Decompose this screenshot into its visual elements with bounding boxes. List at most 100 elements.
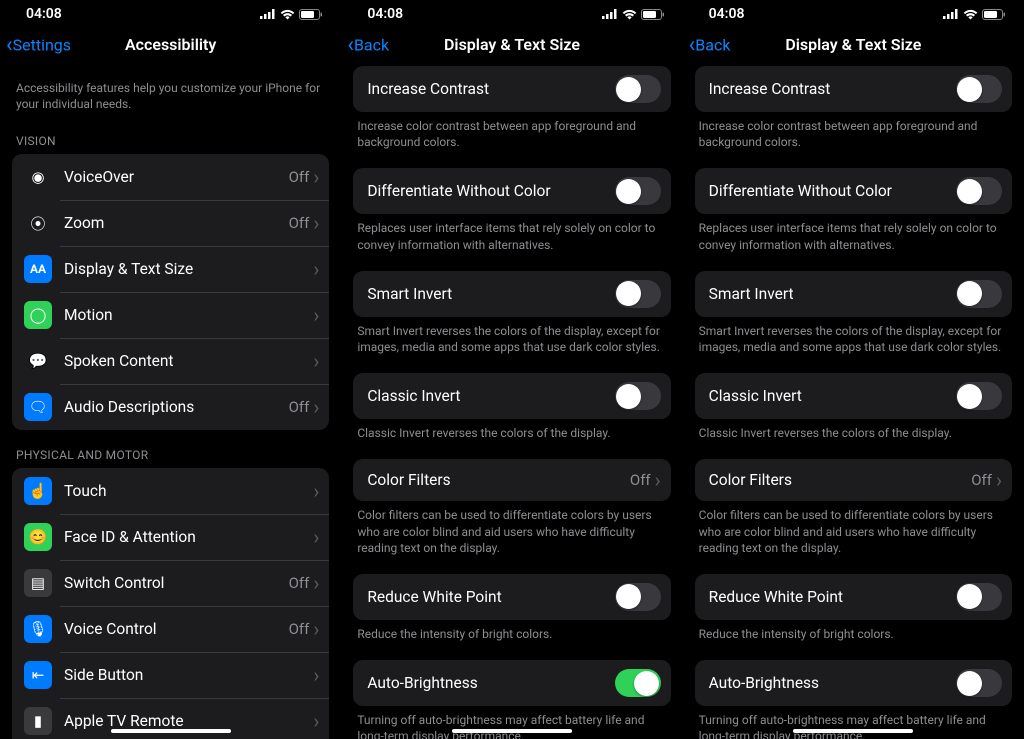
row-description: Reduce the intensity of bright colors. bbox=[341, 620, 682, 646]
toggle[interactable] bbox=[615, 280, 661, 308]
nav-row-phys-0[interactable]: ☝Touch› bbox=[12, 468, 329, 514]
home-indicator[interactable] bbox=[452, 729, 572, 733]
wifi-icon bbox=[280, 9, 295, 20]
content-scroll[interactable]: Increase ContrastIncrease color contrast… bbox=[341, 66, 682, 739]
nav-row-vision-3[interactable]: ◯Motion› bbox=[12, 292, 329, 338]
nav-row-phys-1[interactable]: 😊Face ID & Attention› bbox=[12, 514, 329, 560]
side-button-icon: ⇤ bbox=[24, 661, 52, 689]
back-label: Back bbox=[695, 36, 730, 55]
nav-bar: ‹ Back Display & Text Size bbox=[341, 24, 682, 66]
row-description: Color filters can be used to differentia… bbox=[341, 501, 682, 560]
nav-row-phys-3[interactable]: 🎙Voice ControlOff› bbox=[12, 606, 329, 652]
toggle[interactable] bbox=[615, 75, 661, 103]
row-description: Replaces user interface items that rely … bbox=[341, 214, 682, 256]
zoom-icon: ⦿ bbox=[24, 209, 52, 237]
home-indicator[interactable] bbox=[111, 729, 231, 733]
toggle[interactable] bbox=[615, 669, 661, 697]
row-label: Audio Descriptions bbox=[64, 398, 289, 416]
toggle-knob bbox=[616, 584, 641, 609]
touch-icon: ☝ bbox=[24, 477, 52, 505]
row-description: Increase color contrast between app fore… bbox=[341, 112, 682, 154]
row-label: Color Filters bbox=[709, 471, 972, 489]
toggle-row[interactable]: Differentiate Without Color bbox=[695, 168, 1012, 214]
row-label: Motion bbox=[64, 306, 313, 324]
toggle-knob bbox=[957, 77, 982, 102]
toggle[interactable] bbox=[615, 177, 661, 205]
vision-list: ◉VoiceOverOff›⦿ZoomOff›AADisplay & Text … bbox=[12, 154, 329, 430]
status-time: 04:08 bbox=[367, 6, 403, 22]
toggle-row[interactable]: Auto-Brightness bbox=[695, 660, 1012, 706]
physical-list: ☝Touch›😊Face ID & Attention›▤Switch Cont… bbox=[12, 468, 329, 739]
back-label: Back bbox=[354, 36, 389, 55]
toggle-knob bbox=[957, 671, 982, 696]
toggle[interactable] bbox=[615, 583, 661, 611]
toggle[interactable] bbox=[956, 177, 1002, 205]
voiceover-icon: ◉ bbox=[24, 163, 52, 191]
toggle-row[interactable]: Auto-Brightness bbox=[353, 660, 670, 706]
toggle[interactable] bbox=[956, 382, 1002, 410]
speech-bubble-icon: 💬 bbox=[24, 347, 52, 375]
chevron-left-icon: ‹ bbox=[689, 36, 696, 54]
content-scroll[interactable]: Accessibility features help you customiz… bbox=[0, 66, 341, 739]
toggle[interactable] bbox=[956, 280, 1002, 308]
nav-row-vision-0[interactable]: ◉VoiceOverOff› bbox=[12, 154, 329, 200]
status-indicators bbox=[602, 9, 665, 20]
row-label: Display & Text Size bbox=[64, 260, 313, 278]
toggle-row[interactable]: Classic Invert bbox=[695, 373, 1012, 419]
intro-text: Accessibility features help you customiz… bbox=[0, 66, 341, 116]
toggle-knob bbox=[957, 584, 982, 609]
toggle[interactable] bbox=[956, 583, 1002, 611]
toggle-knob bbox=[616, 77, 641, 102]
nav-row-vision-2[interactable]: AADisplay & Text Size› bbox=[12, 246, 329, 292]
nav-row-vision-4[interactable]: 💬Spoken Content› bbox=[12, 338, 329, 384]
row-value: Off bbox=[289, 620, 310, 638]
toggle-row[interactable]: Smart Invert bbox=[695, 271, 1012, 317]
screen-display-text-on: 04:08 ‹ Back Display & Text Size Increas… bbox=[341, 0, 682, 739]
section-vision: VISION bbox=[0, 116, 341, 154]
battery-icon bbox=[641, 9, 665, 20]
toggle-row[interactable]: Reduce White Point bbox=[353, 574, 670, 620]
row-description: Replaces user interface items that rely … bbox=[683, 214, 1024, 256]
nav-row-vision-5[interactable]: 🗨Audio DescriptionsOff› bbox=[12, 384, 329, 430]
row-description: Turning off auto-brightness may affect b… bbox=[341, 706, 682, 739]
row-label: Zoom bbox=[64, 214, 289, 232]
status-time: 04:08 bbox=[709, 6, 745, 22]
row-value: Off bbox=[289, 168, 310, 186]
toggle-knob bbox=[616, 179, 641, 204]
status-indicators bbox=[943, 9, 1006, 20]
row-label: Apple TV Remote bbox=[64, 712, 313, 730]
chevron-right-icon: › bbox=[313, 621, 319, 637]
toggle-row[interactable]: Reduce White Point bbox=[695, 574, 1012, 620]
back-button[interactable]: ‹ Back bbox=[689, 36, 731, 55]
toggle-knob bbox=[616, 384, 641, 409]
nav-row[interactable]: Color FiltersOff› bbox=[695, 459, 1012, 501]
back-button[interactable]: ‹ Settings bbox=[6, 36, 71, 55]
row-label: Reduce White Point bbox=[367, 588, 614, 606]
home-indicator[interactable] bbox=[793, 729, 913, 733]
toggle-row[interactable]: Smart Invert bbox=[353, 271, 670, 317]
back-button[interactable]: ‹ Back bbox=[347, 36, 389, 55]
toggle[interactable] bbox=[615, 382, 661, 410]
row-description: Turning off auto-brightness may affect b… bbox=[683, 706, 1024, 739]
toggle[interactable] bbox=[956, 75, 1002, 103]
status-bar: 04:08 bbox=[0, 0, 341, 24]
row-value: Off bbox=[289, 398, 310, 416]
nav-row-phys-2[interactable]: ▤Switch ControlOff› bbox=[12, 560, 329, 606]
nav-bar: ‹ Settings Accessibility bbox=[0, 24, 341, 66]
cellular-icon bbox=[260, 9, 276, 19]
toggle-row[interactable]: Differentiate Without Color bbox=[353, 168, 670, 214]
toggle-knob bbox=[957, 281, 982, 306]
nav-row[interactable]: Color FiltersOff› bbox=[353, 459, 670, 501]
toggle-row[interactable]: Increase Contrast bbox=[353, 66, 670, 112]
toggle-row[interactable]: Increase Contrast bbox=[695, 66, 1012, 112]
row-description: Classic Invert reverses the colors of th… bbox=[341, 419, 682, 445]
toggle-row[interactable]: Classic Invert bbox=[353, 373, 670, 419]
chevron-right-icon: › bbox=[996, 472, 1002, 488]
nav-row-vision-1[interactable]: ⦿ZoomOff› bbox=[12, 200, 329, 246]
toggle[interactable] bbox=[956, 669, 1002, 697]
chevron-right-icon: › bbox=[655, 472, 661, 488]
content-scroll[interactable]: Increase ContrastIncrease color contrast… bbox=[683, 66, 1024, 739]
row-value: Off bbox=[289, 214, 310, 232]
nav-row-phys-4[interactable]: ⇤Side Button› bbox=[12, 652, 329, 698]
row-label: Auto-Brightness bbox=[709, 674, 956, 692]
